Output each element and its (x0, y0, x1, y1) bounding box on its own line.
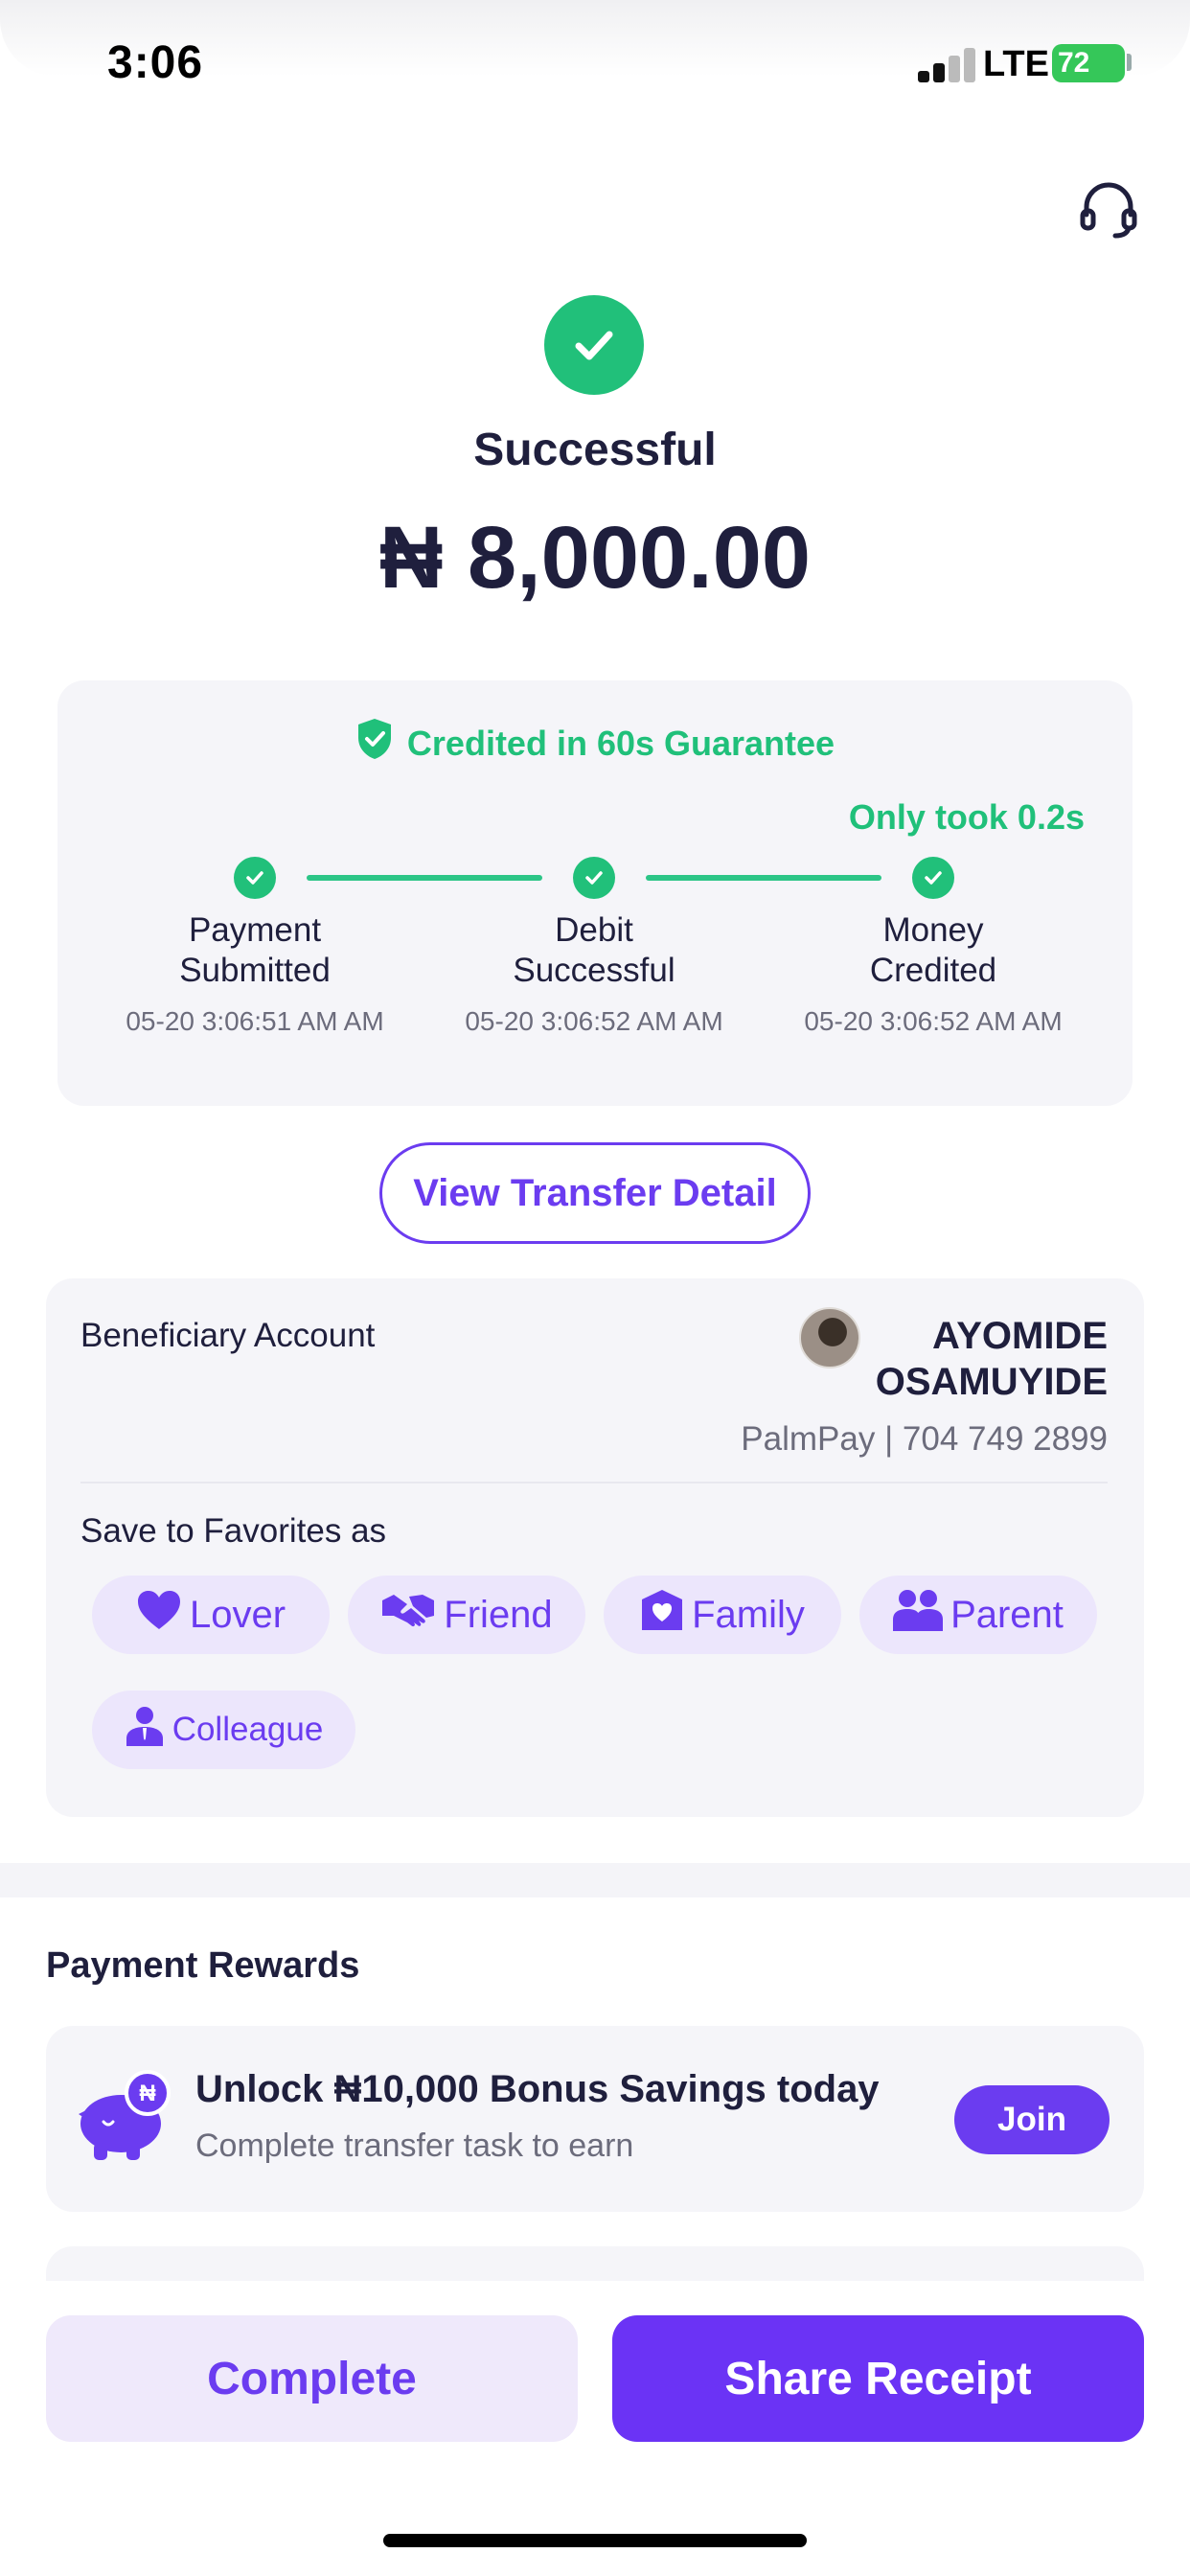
home-heart-icon (640, 1588, 684, 1642)
check-circle-icon (544, 295, 644, 395)
guarantee-title: Credited in 60s Guarantee (0, 717, 1190, 770)
step-check-icon (912, 857, 954, 899)
step-label: Money Credited (869, 911, 997, 989)
headset-icon[interactable] (1077, 178, 1140, 242)
favorite-chip-friend[interactable]: Friend (348, 1576, 585, 1654)
signal-icon (918, 48, 981, 82)
step-check-icon (234, 857, 276, 899)
rewards-title: Payment Rewards (46, 1945, 360, 1986)
handshake-icon (380, 1591, 436, 1639)
step-time: 05-20 3:06:51 AM AM (126, 1006, 384, 1036)
step-label: Debit Successful (513, 911, 675, 989)
share-receipt-button[interactable]: Share Receipt (612, 2315, 1144, 2442)
battery-level: 72 (1058, 47, 1090, 79)
favorite-chip-colleague[interactable]: Colleague (92, 1690, 355, 1769)
piggy-bank-icon: ₦ (77, 2068, 174, 2164)
reward-offer-subtitle: Complete transfer task to earn (195, 2128, 634, 2164)
guarantee-title-text: Credited in 60s Guarantee (406, 723, 835, 763)
beneficiary-name: AYOMIDE OSAMUYIDE (875, 1315, 1108, 1403)
beneficiary-account: PalmPay | 704 749 2899 (741, 1420, 1108, 1458)
join-button[interactable]: Join (954, 2085, 1110, 2154)
chip-label: Parent (950, 1593, 1064, 1636)
shield-check-icon (355, 717, 394, 770)
complete-button[interactable]: Complete (46, 2315, 578, 2442)
chip-label: Lover (189, 1593, 286, 1636)
network-type: LTE (983, 44, 1049, 84)
step-check-icon (573, 857, 615, 899)
progress-line (307, 875, 542, 881)
transfer-amount: ₦ 8,000.00 (378, 509, 812, 607)
avatar (799, 1307, 860, 1368)
chip-label: Friend (444, 1593, 553, 1636)
reward-offer-title: Unlock ₦10,000 Bonus Savings today (195, 2068, 880, 2110)
progress-line (646, 875, 881, 881)
favorite-chip-lover[interactable]: Lover (92, 1576, 330, 1654)
next-reward-card (46, 2246, 1144, 2285)
heart-icon (136, 1589, 182, 1641)
favorite-chip-parent[interactable]: Parent (859, 1576, 1097, 1654)
divider (80, 1482, 1108, 1484)
chip-label: Colleague (172, 1711, 324, 1748)
beneficiary-label: Beneficiary Account (80, 1317, 376, 1354)
chip-label: Family (692, 1593, 805, 1636)
section-separator (0, 1863, 1190, 1898)
step-label: Payment Submitted (179, 911, 331, 989)
colleague-icon (125, 1706, 165, 1755)
svg-text:₦: ₦ (139, 2081, 156, 2106)
status-time: 3:06 (107, 37, 204, 88)
battery-tip (1127, 54, 1132, 71)
status-title: Successful (473, 425, 717, 475)
people-icon (893, 1589, 944, 1641)
home-indicator[interactable] (383, 2534, 807, 2547)
favorite-chip-family[interactable]: Family (604, 1576, 841, 1654)
step-time: 05-20 3:06:52 AM AM (465, 1006, 723, 1036)
view-transfer-detail-button[interactable]: View Transfer Detail (379, 1142, 811, 1244)
battery-icon: 72 (1052, 44, 1125, 82)
favorites-label: Save to Favorites as (80, 1512, 387, 1550)
step-time: 05-20 3:06:52 AM AM (804, 1006, 1063, 1036)
speed-note: Only took 0.2s (848, 797, 1085, 837)
